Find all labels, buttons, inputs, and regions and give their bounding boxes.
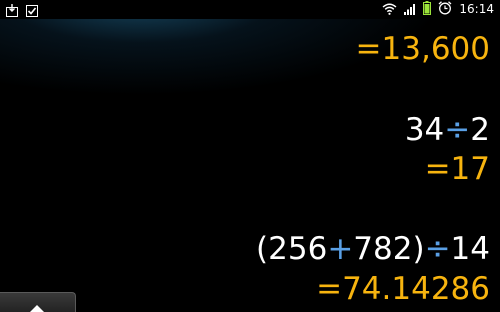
status-bar: 16:14: [0, 0, 500, 19]
plus-operator: +: [327, 231, 354, 267]
battery-icon: [423, 0, 432, 19]
expression-token: 782): [353, 231, 425, 267]
divide-operator: ÷: [424, 231, 451, 267]
chevron-up-icon: [28, 299, 46, 312]
expression-token: 34: [404, 112, 445, 148]
expression-line: 34÷2: [405, 112, 490, 148]
clock: 16:14: [459, 2, 494, 16]
calculator-screen: 16:14 =13,600 34÷2 =17 (256+782)÷14 =74.…: [0, 0, 500, 312]
alarm-icon: [438, 0, 452, 19]
result-line: =13,600: [355, 31, 490, 67]
expression-token: (256: [256, 231, 328, 267]
expression-token: 14: [450, 231, 490, 267]
result-line: =17: [424, 151, 490, 187]
expression-token: 2: [470, 112, 490, 148]
signal-icon: [404, 0, 416, 19]
keypad-toggle-button[interactable]: [0, 292, 76, 312]
expression-line: (256+782)÷14: [256, 231, 490, 267]
result-line: =74.14286: [316, 271, 490, 307]
divide-operator: ÷: [444, 112, 471, 148]
task-check-icon: [26, 2, 38, 21]
download-icon: [6, 2, 18, 21]
wifi-icon: [382, 0, 397, 19]
